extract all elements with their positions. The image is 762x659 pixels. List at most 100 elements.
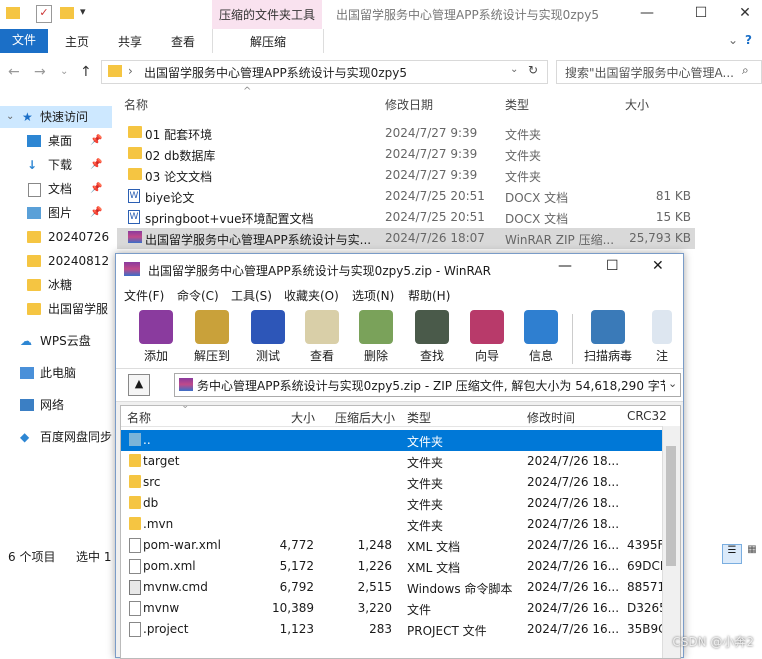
menu-file[interactable]: 文件(F): [124, 287, 164, 304]
file-row[interactable]: W springboot+vue环境配置文档 2024/7/25 20:51 D…: [117, 207, 695, 228]
comment-button[interactable]: 注: [644, 310, 680, 366]
column-size[interactable]: 大小: [291, 409, 315, 426]
delete-button[interactable]: 删除: [348, 310, 404, 366]
column-modified[interactable]: 修改时间: [527, 409, 575, 426]
tab-view[interactable]: 查看: [171, 33, 195, 50]
nav-folder-bingtang[interactable]: 冰糖: [0, 274, 112, 296]
scrollbar-thumb[interactable]: [666, 446, 676, 566]
search-icon[interactable]: ⌕: [742, 63, 749, 78]
tab-extract[interactable]: 解压缩: [212, 29, 324, 53]
properties-icon[interactable]: ✓: [36, 5, 52, 23]
nav-label: 百度网盘同步: [40, 430, 112, 444]
archive-row[interactable]: db 文件夹 2024/7/26 18...: [121, 493, 662, 514]
view-button[interactable]: 查看: [294, 310, 350, 366]
large-icons-view-icon[interactable]: ▦: [744, 544, 760, 562]
quick-access-dropdown-icon[interactable]: ▾: [80, 5, 86, 18]
archive-row[interactable]: src 文件夹 2024/7/26 18...: [121, 472, 662, 493]
nav-this-pc[interactable]: 此电脑: [0, 362, 112, 384]
archive-row-selected[interactable]: .. 文件夹: [121, 430, 662, 451]
menu-tools[interactable]: 工具(S): [231, 287, 272, 304]
archive-row[interactable]: mvnw.cmd 6,792 2,515 Windows 命令脚本 2024/7…: [121, 577, 665, 598]
file-row-selected[interactable]: 出国留学服务中心管理APP系统设计与实... 2024/7/26 18:07 W…: [117, 228, 695, 249]
back-icon[interactable]: ←: [8, 64, 20, 80]
column-name[interactable]: 名称: [127, 409, 151, 426]
archive-row[interactable]: .mvn 文件夹 2024/7/26 18...: [121, 514, 662, 535]
archive-row[interactable]: pom-war.xml 4,772 1,248 XML 文档 2024/7/26…: [121, 535, 664, 556]
menu-commands[interactable]: 命令(C): [177, 287, 219, 304]
column-name[interactable]: 名称: [124, 96, 148, 113]
row-type: XML 文档: [407, 561, 461, 575]
nav-quick-access[interactable]: ⌄ ★ 快速访问: [0, 106, 112, 128]
column-date[interactable]: 修改日期: [385, 96, 433, 113]
winrar-close-button[interactable]: ✕: [652, 258, 664, 274]
column-crc[interactable]: CRC32: [627, 409, 667, 423]
maximize-button[interactable]: ☐: [678, 0, 724, 29]
vertical-scrollbar[interactable]: [662, 426, 680, 658]
up-icon[interactable]: ↑: [80, 64, 92, 80]
path-dropdown-icon[interactable]: ⌄: [665, 377, 678, 390]
nav-folder-20240726[interactable]: 20240726: [0, 226, 112, 248]
virus-scan-button[interactable]: 扫描病毒: [578, 310, 638, 366]
file-size: 15 KB: [655, 210, 691, 224]
details-view-icon[interactable]: ☰: [722, 544, 742, 564]
minimize-button[interactable]: —: [624, 0, 670, 29]
archive-path-field[interactable]: 务中心管理APP系统设计与实现0zpy5.zip - ZIP 压缩文件, 解包大…: [174, 373, 681, 397]
archive-row[interactable]: pom.xml 5,172 1,226 XML 文档 2024/7/26 16.…: [121, 556, 667, 577]
nav-network[interactable]: 网络: [0, 394, 112, 416]
column-packed[interactable]: 压缩后大小: [335, 409, 395, 426]
menu-help[interactable]: 帮助(H): [408, 287, 450, 304]
pin-icon[interactable]: 📌: [90, 154, 102, 176]
address-dropdown-icon[interactable]: ⌄: [510, 64, 518, 75]
menu-options[interactable]: 选项(N): [352, 287, 394, 304]
recent-dropdown-icon[interactable]: ⌄: [60, 66, 68, 77]
address-field[interactable]: › 出国留学服务中心管理APP系统设计与实现0zpy5 ⌄ ↻: [101, 60, 548, 84]
breadcrumb-chevron-icon[interactable]: ›: [128, 64, 133, 78]
pin-icon[interactable]: 📌: [90, 130, 102, 152]
menu-favorites[interactable]: 收藏夹(O): [284, 287, 339, 304]
nav-downloads[interactable]: ↓ 下载 📌: [0, 154, 112, 176]
tab-home[interactable]: 主页: [65, 33, 89, 50]
nav-folder-study-abroad[interactable]: 出国留学服: [0, 298, 112, 320]
pin-icon[interactable]: 📌: [90, 178, 102, 200]
nav-folder-20240812[interactable]: 20240812: [0, 250, 112, 272]
test-button[interactable]: 测试: [240, 310, 296, 366]
column-size[interactable]: 大小: [625, 96, 649, 113]
file-row[interactable]: 02 db数据库 2024/7/27 9:39 文件夹: [117, 144, 695, 165]
up-folder-icon[interactable]: ▲: [128, 374, 150, 396]
add-button[interactable]: 添加: [128, 310, 184, 366]
refresh-icon[interactable]: ↻: [528, 63, 538, 77]
new-folder-icon[interactable]: [60, 7, 74, 19]
archive-row[interactable]: target 文件夹 2024/7/26 18...: [121, 451, 662, 472]
forward-icon[interactable]: →: [34, 64, 46, 80]
nav-pictures[interactable]: 图片 📌: [0, 202, 112, 224]
nav-label: 下载: [48, 158, 73, 172]
tab-file[interactable]: 文件: [0, 29, 48, 53]
nav-wps-cloud[interactable]: ☁ WPS云盘: [0, 330, 112, 352]
archive-row[interactable]: mvnw 10,389 3,220 文件 2024/7/26 16... D32…: [121, 598, 667, 619]
wizard-button[interactable]: 向导: [459, 310, 515, 366]
file-row[interactable]: W biye论文 2024/7/25 20:51 DOCX 文档 81 KB: [117, 186, 695, 207]
archive-icon: [179, 378, 193, 391]
column-type[interactable]: 类型: [505, 96, 529, 113]
nav-documents[interactable]: 文档 📌: [0, 178, 112, 200]
info-button[interactable]: 信息: [513, 310, 569, 366]
search-input[interactable]: 搜索"出国留学服务中心管理A... ⌕: [556, 60, 762, 84]
winrar-minimize-button[interactable]: —: [558, 258, 572, 274]
nav-baidu-sync[interactable]: ◆ 百度网盘同步: [0, 426, 112, 448]
tab-share[interactable]: 共享: [118, 33, 142, 50]
column-type[interactable]: 类型: [407, 409, 431, 426]
collapse-chevron-icon[interactable]: ⌄: [6, 106, 14, 128]
help-icon[interactable]: ?: [745, 33, 752, 47]
file-name: springboot+vue环境配置文档: [145, 212, 314, 226]
ribbon-expand-icon[interactable]: ⌄: [728, 33, 738, 47]
file-type: 文件夹: [505, 149, 542, 163]
extract-to-button[interactable]: 解压到: [184, 310, 240, 366]
file-row[interactable]: 01 配套环境 2024/7/27 9:39 文件夹: [117, 123, 695, 144]
winrar-maximize-button[interactable]: ☐: [606, 258, 619, 274]
archive-row[interactable]: .project 1,123 283 PROJECT 文件 2024/7/26 …: [121, 619, 667, 640]
close-button[interactable]: ✕: [722, 0, 762, 29]
nav-desktop[interactable]: 桌面 📌: [0, 130, 112, 152]
pin-icon[interactable]: 📌: [90, 202, 102, 224]
file-row[interactable]: 03 论文文档 2024/7/27 9:39 文件夹: [117, 165, 695, 186]
find-button[interactable]: 查找: [404, 310, 460, 366]
